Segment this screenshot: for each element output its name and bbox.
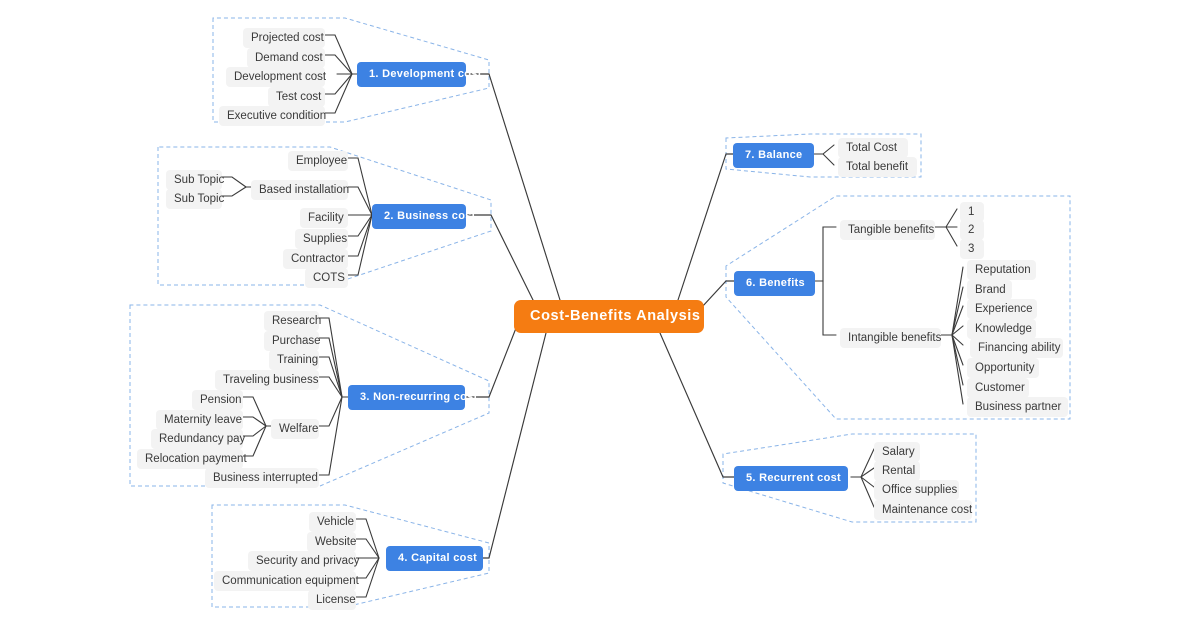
subleaf-brand[interactable]: Brand (967, 280, 1012, 300)
branch-node-balance[interactable]: 7. Balance (733, 143, 814, 168)
subleaf-experience[interactable]: Experience (967, 299, 1037, 319)
leaf-security-and-privacy[interactable]: Security and privacy (248, 551, 360, 571)
leaf-purchase[interactable]: Purchase (264, 331, 321, 351)
branch-node-development-cost[interactable]: 1. Development cost (357, 62, 481, 87)
leaf-rental[interactable]: Rental (874, 461, 920, 481)
subleaf-relocation-payment[interactable]: Relocation payment (137, 449, 247, 469)
leaf-tangible-benefits[interactable]: Tangible benefits (840, 220, 935, 240)
leaf-intangible-benefits[interactable]: Intangible benefits (840, 328, 941, 348)
wire-root-business-cost (465, 214, 534, 301)
leaf-employee[interactable]: Employee (288, 151, 348, 171)
wires-development-cost (324, 34, 358, 114)
leaf-traveling-business[interactable]: Traveling business (215, 370, 319, 390)
subleaf-tangible-3[interactable]: 3 (960, 239, 984, 259)
branch-node-non-recurring-cost[interactable]: 3. Non-recurring cost (348, 385, 477, 410)
wire-root-recurrent-cost (659, 332, 752, 478)
subleaf-customer[interactable]: Customer (967, 378, 1029, 398)
leaf-license[interactable]: License (308, 590, 356, 610)
leaf-projected-cost[interactable]: Projected cost (243, 28, 325, 48)
leaf-cots[interactable]: COTS (305, 268, 348, 288)
subleaf-maternity-leave[interactable]: Maternity leave (156, 410, 243, 430)
subleaf-redundancy-pay[interactable]: Redundancy pay (151, 429, 245, 449)
leaf-communication-equipment[interactable]: Communication equipment (214, 571, 359, 591)
leaf-business-interrupted[interactable]: Business interrupted (205, 468, 319, 488)
wire-root-capital-cost (464, 332, 547, 559)
subleaf-financing-ability[interactable]: Financing ability (970, 338, 1063, 358)
leaf-salary[interactable]: Salary (874, 442, 920, 462)
subleaf-knowledge[interactable]: Knowledge (967, 319, 1036, 339)
subleaf-sub-topic-2[interactable]: Sub Topic (166, 189, 224, 209)
leaf-vehicle[interactable]: Vehicle (309, 512, 356, 532)
leaf-maintenance-cost[interactable]: Maintenance cost (874, 500, 972, 520)
subleaf-business-partner[interactable]: Business partner (967, 397, 1068, 417)
branch-node-business-cost[interactable]: 2. Business cost (372, 204, 475, 229)
subleaf-sub-topic-1[interactable]: Sub Topic (166, 170, 224, 190)
wire-root-non-recurring-cost (464, 322, 519, 398)
leaf-contractor[interactable]: Contractor (283, 249, 348, 269)
mindmap-canvas: Cost-Benefits Analysis 1. Development co… (0, 0, 1200, 630)
subleaf-pension[interactable]: Pension (192, 390, 243, 410)
branch-node-recurrent-cost[interactable]: 5. Recurrent cost (734, 466, 848, 491)
leaf-test-cost[interactable]: Test cost (268, 87, 325, 107)
root-node[interactable]: Cost-Benefits Analysis (514, 300, 704, 333)
wires-recurrent-cost (850, 448, 875, 508)
subleaf-opportunity[interactable]: Opportunity (967, 358, 1039, 378)
wire-root-development-cost (465, 73, 561, 301)
subleaf-tangible-2[interactable]: 2 (960, 220, 984, 240)
wires-balance (813, 144, 835, 166)
leaf-welfare[interactable]: Welfare (271, 419, 319, 439)
branch-node-benefits[interactable]: 6. Benefits (734, 271, 815, 296)
leaf-demand-cost[interactable]: Demand cost (247, 48, 325, 68)
leaf-facility[interactable]: Facility (300, 208, 348, 228)
subleaf-reputation[interactable]: Reputation (967, 260, 1036, 280)
leaf-research[interactable]: Research (264, 311, 321, 331)
leaf-development-cost[interactable]: Development cost (226, 67, 326, 87)
leaf-supplies[interactable]: Supplies (295, 229, 348, 249)
leaf-training[interactable]: Training (269, 350, 319, 370)
leaf-total-benefit[interactable]: Total benefit (838, 157, 917, 177)
leaf-office-supplies[interactable]: Office supplies (874, 480, 959, 500)
leaf-total-cost[interactable]: Total Cost (838, 138, 908, 158)
leaf-website[interactable]: Website (307, 532, 356, 552)
subleaf-tangible-1[interactable]: 1 (960, 202, 984, 222)
leaf-based-installation[interactable]: Based installation (251, 180, 349, 200)
leaf-executive-condition[interactable]: Executive condition (219, 106, 326, 126)
branch-node-capital-cost[interactable]: 4. Capital cost (386, 546, 483, 571)
